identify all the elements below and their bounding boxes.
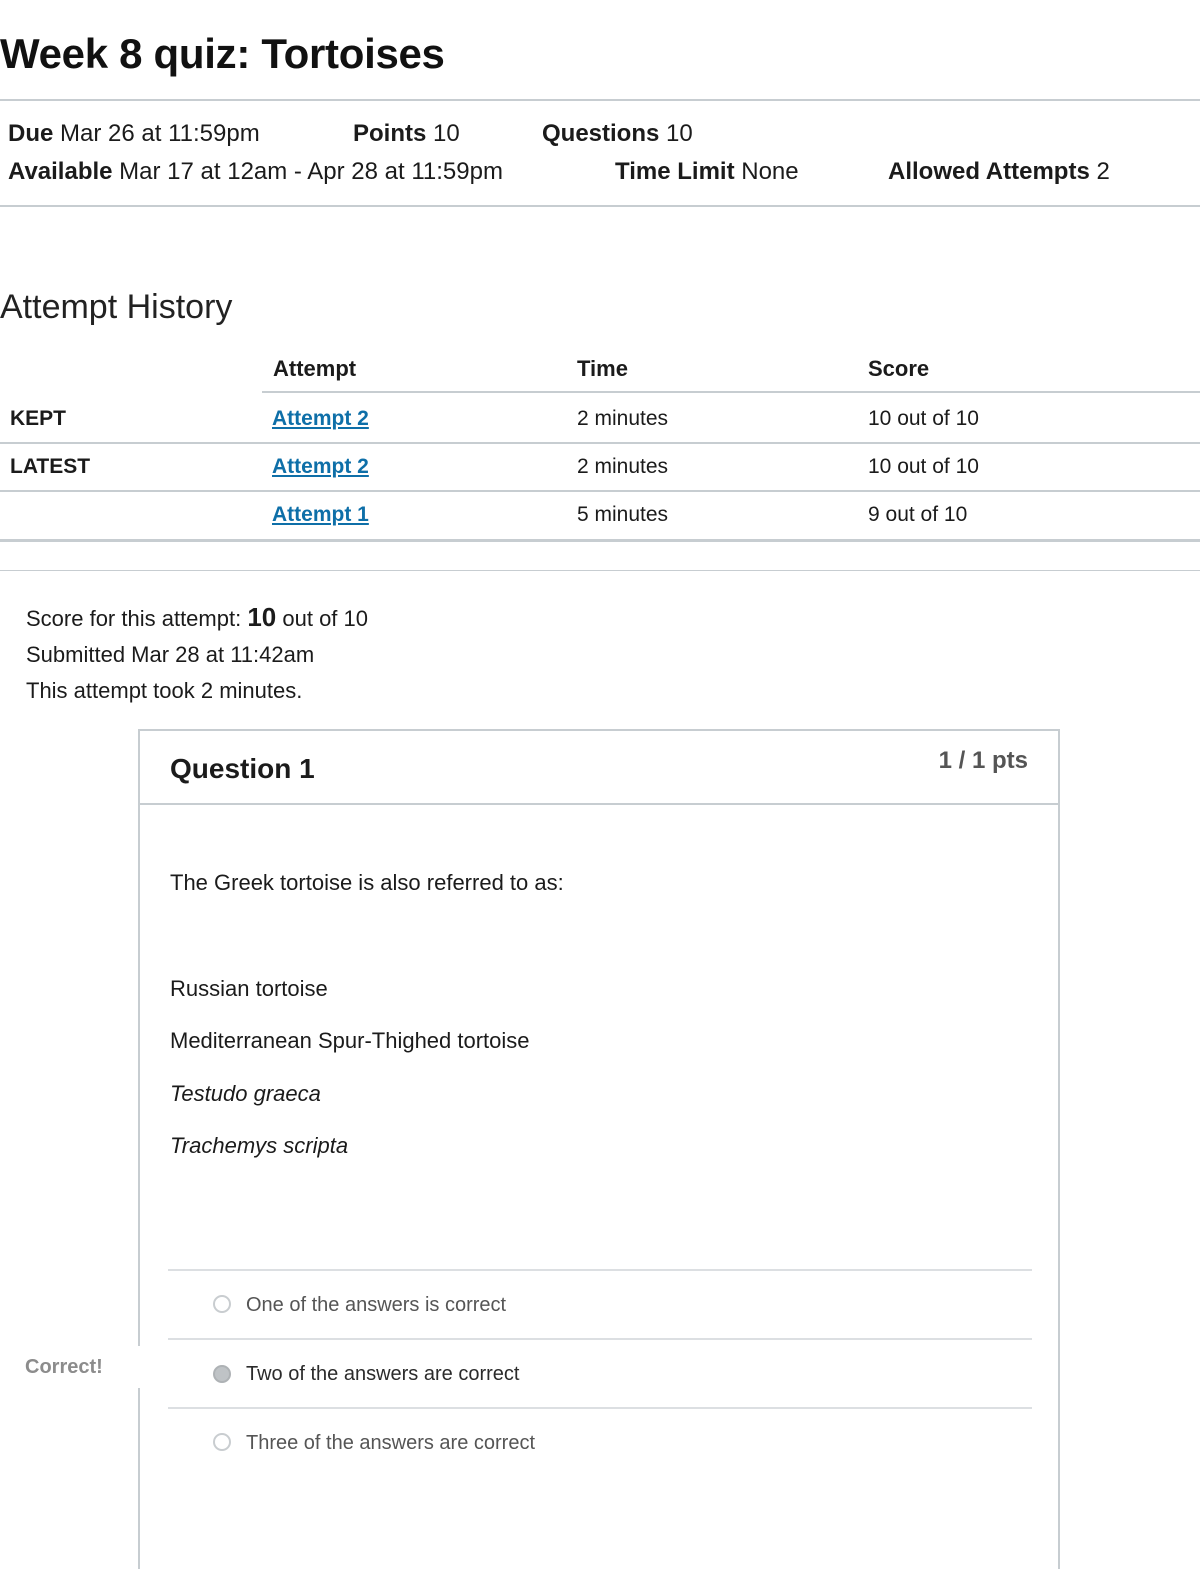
answer-radio[interactable] [213,1295,231,1313]
answer-divider [168,1269,1032,1271]
score-cell: 10 out of 10 [868,455,979,478]
score-cell: 10 out of 10 [868,407,979,430]
submitted-text: Submitted Mar 28 at 11:42am [26,642,315,667]
attempt-score: Score for this attempt: 10 out of 10 [26,602,368,633]
column-header-score: Score [868,356,930,381]
available-label: Available [8,158,113,185]
available-info: Available Mar 17 at 12am - Apr 28 at 11:… [8,158,503,186]
answer-radio[interactable] [213,1433,231,1451]
questions-label: Questions [542,120,660,147]
divider [0,570,1200,571]
answer-label: One of the answers is correct [246,1294,507,1316]
allowed-attempts-label: Allowed Attempts [888,158,1090,185]
question-prompt: The Greek tortoise is also referred to a… [170,870,564,895]
answer-label: Three of the answers are correct [246,1432,536,1454]
allowed-attempts-value: 2 [1096,158,1110,185]
correct-flag-gap [136,1346,142,1388]
score-value: 10 [247,602,277,632]
attempt-link-cell: Attempt 1 [272,503,369,527]
column-header-attempt: Attempt [273,356,357,381]
time-limit-info: Time Limit None [615,158,799,186]
question-option-text: Mediterranean Spur-Thighed tortoise [170,1028,530,1053]
time-limit-value: None [741,158,799,185]
score-prefix: Score for this attempt: [26,606,242,631]
score-cell: 9 out of 10 [868,503,968,526]
due-value: Mar 26 at 11:59pm [60,120,260,147]
correct-answer-flag: Correct! [25,1356,103,1378]
answer-divider [168,1407,1032,1409]
time-cell: 5 minutes [577,503,669,526]
answer-radio-selected[interactable] [213,1365,231,1383]
attempt-link[interactable]: Attempt 2 [272,407,369,430]
time-cell: 2 minutes [577,455,669,478]
page-title: Week 8 quiz: Tortoises [0,30,445,77]
table-bottom-border [0,539,1200,542]
points-value: 10 [433,120,460,147]
due-info: Due Mar 26 at 11:59pm [8,120,260,148]
question-option-text: Trachemys scripta [170,1133,349,1158]
question-header: Question 1 1 / 1 pts [140,731,1058,805]
row-divider [0,442,1200,444]
column-header-time: Time [577,356,628,381]
duration-text: This attempt took 2 minutes. [26,678,303,703]
attempt-link-cell: Attempt 2 [272,407,369,431]
questions-info: Questions 10 [542,120,693,148]
answer-divider [168,1338,1032,1340]
time-limit-label: Time Limit [615,158,735,185]
row-divider [0,490,1200,492]
allowed-attempts-info: Allowed Attempts 2 [888,158,1110,186]
question-option-text: Russian tortoise [170,976,328,1001]
time-cell: 2 minutes [577,407,669,430]
divider [0,99,1200,101]
questions-value: 10 [666,120,693,147]
answer-label: Two of the answers are correct [246,1363,520,1385]
points-label: Points [353,120,427,147]
attempt-history-title: Attempt History [0,288,233,326]
question-points: 1 / 1 pts [938,747,1028,774]
question-title: Question 1 [170,753,315,784]
question-option-text: Testudo graeca [170,1081,321,1106]
attempt-link-cell: Attempt 2 [272,455,369,479]
available-value: Mar 17 at 12am - Apr 28 at 11:59pm [119,158,503,185]
row-label: LATEST [10,455,91,478]
attempt-link[interactable]: Attempt 1 [272,503,369,526]
header-divider [262,391,1200,393]
score-suffix: out of 10 [282,606,369,631]
points-info: Points 10 [353,120,460,148]
attempt-link[interactable]: Attempt 2 [272,455,369,478]
due-label: Due [8,120,54,147]
divider [0,205,1200,207]
row-label: KEPT [10,407,67,430]
